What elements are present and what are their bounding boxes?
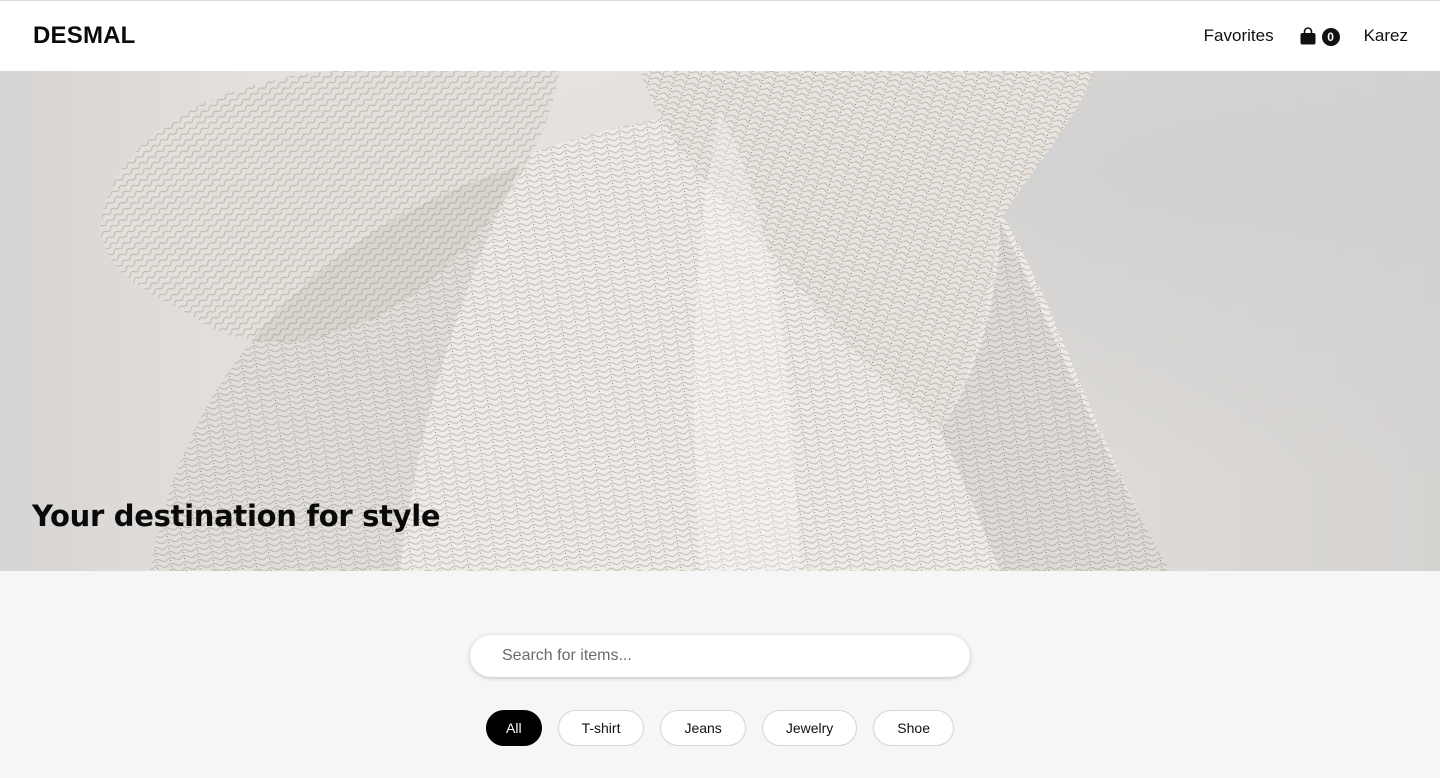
user-menu-link[interactable]: Karez xyxy=(1364,26,1408,46)
favorites-link[interactable]: Favorites xyxy=(1204,26,1274,46)
category-filters: All T-shirt Jeans Jewelry Shoe xyxy=(0,710,1440,746)
search-bar xyxy=(470,635,970,677)
cart-button[interactable]: 0 xyxy=(1298,26,1340,46)
filter-chip-jewelry[interactable]: Jewelry xyxy=(761,710,858,746)
knit-sweater-image xyxy=(100,71,1170,571)
brand-logo[interactable]: DESMAL xyxy=(33,22,136,50)
search-input[interactable] xyxy=(502,647,938,665)
filter-chip-jeans[interactable]: Jeans xyxy=(660,710,746,746)
filter-chip-shoe[interactable]: Shoe xyxy=(873,710,954,746)
header-nav: Favorites 0 Karez xyxy=(1204,26,1408,46)
cart-count-badge: 0 xyxy=(1321,28,1340,46)
site-header: DESMAL Favorites 0 Karez xyxy=(0,0,1440,71)
hero-banner: Your destination for style xyxy=(0,71,1440,571)
hero-title: Your destination for style xyxy=(32,499,441,533)
filter-chip-tshirt[interactable]: T-shirt xyxy=(557,710,645,746)
shopping-bag-icon xyxy=(1300,27,1316,45)
filter-chip-all[interactable]: All xyxy=(486,710,542,746)
